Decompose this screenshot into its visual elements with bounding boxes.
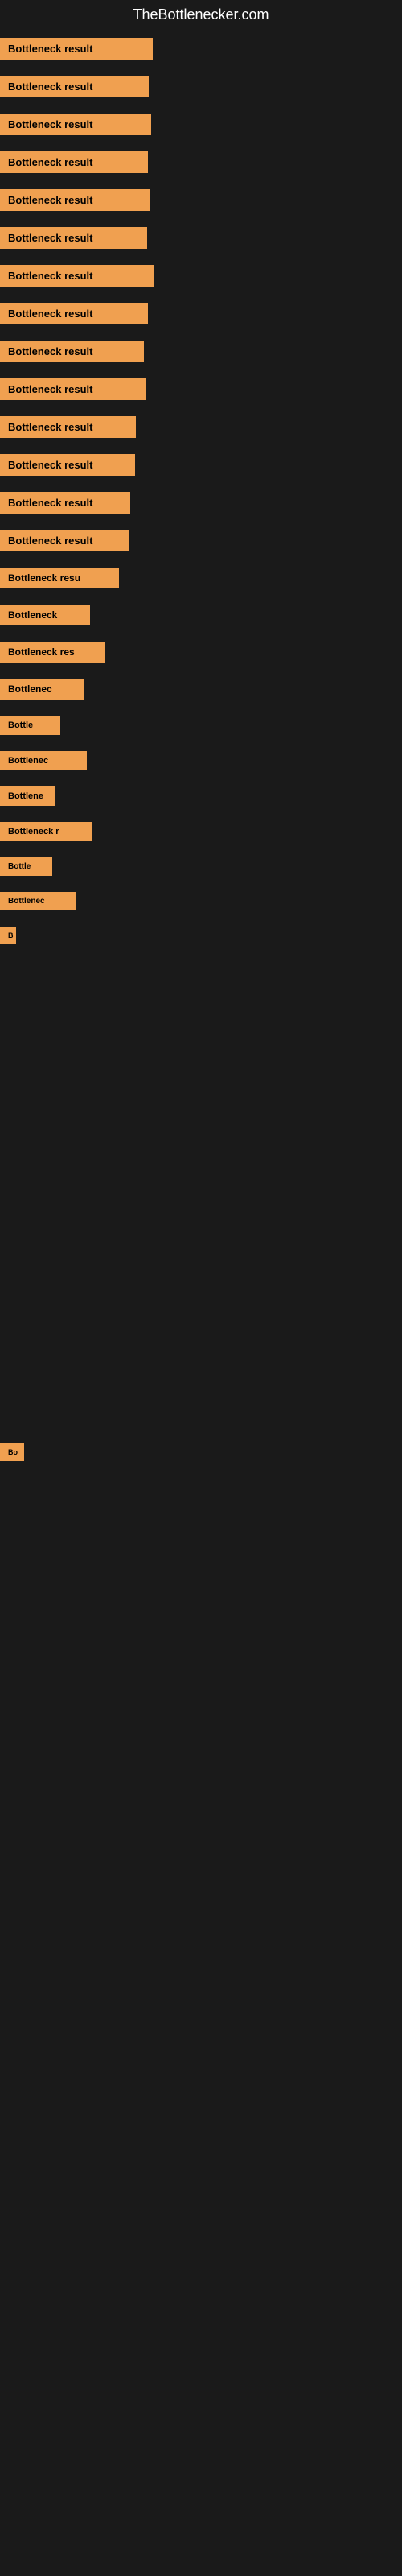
list-item: Bottleneck result	[0, 30, 402, 68]
list-item: Bottleneck result	[0, 370, 402, 408]
page-container: TheBottlenecker.com Bottleneck result Bo…	[0, 0, 402, 1872]
bottleneck-badge: Bottleneck result	[0, 114, 151, 135]
bottleneck-badge: Bottleneck result	[0, 76, 149, 97]
list-item: Bottleneck result	[0, 68, 402, 105]
bottleneck-badge: Bottleneck result	[0, 151, 148, 173]
bottleneck-badge: Bottleneck	[0, 605, 90, 625]
bottleneck-badge: Bottleneck result	[0, 378, 146, 400]
bottleneck-badge: Bottlenec	[0, 751, 87, 770]
list-item-bottom: Bo	[0, 1435, 402, 1469]
bottleneck-badge: Bottle	[0, 716, 60, 735]
bottleneck-badge: Bottleneck result	[0, 530, 129, 551]
list-item: Bottleneck result	[0, 181, 402, 219]
bottleneck-badge: Bottle	[0, 857, 52, 876]
bottleneck-badge: Bottleneck r	[0, 822, 92, 841]
bottleneck-badge: Bottleneck result	[0, 227, 147, 249]
list-item: Bottleneck result	[0, 105, 402, 143]
bottleneck-badge: Bottleneck result	[0, 265, 154, 287]
bottleneck-badge-bottom: Bo	[0, 1443, 24, 1461]
list-item: Bottleneck r	[0, 814, 402, 849]
bottleneck-badge: Bottleneck result	[0, 38, 153, 60]
list-item: Bottlene	[0, 778, 402, 814]
list-item: Bottleneck result	[0, 143, 402, 181]
gap-section	[0, 952, 402, 1129]
list-item: Bottleneck result	[0, 408, 402, 446]
list-item: Bottleneck result	[0, 295, 402, 332]
bottleneck-badge: Bottlenec	[0, 892, 76, 910]
list-item: Bottleneck result	[0, 332, 402, 370]
list-item: Bottleneck resu	[0, 559, 402, 597]
list-item: Bottleneck result	[0, 257, 402, 295]
bottleneck-badge: Bottlene	[0, 786, 55, 806]
list-item: Bottleneck res	[0, 634, 402, 671]
bottleneck-badge: Bottleneck result	[0, 454, 135, 476]
list-item: B	[0, 919, 402, 952]
bottleneck-badge: Bottleneck result	[0, 303, 148, 324]
list-item: Bottleneck result	[0, 219, 402, 257]
list-item: Bottleneck result	[0, 522, 402, 559]
list-item: Bottlenec	[0, 884, 402, 919]
gap-section-3	[0, 1290, 402, 1435]
gap-section-2	[0, 1129, 402, 1290]
list-item: Bottleneck result	[0, 446, 402, 484]
site-title: TheBottlenecker.com	[0, 0, 402, 30]
bottleneck-badge: Bottlenec	[0, 679, 84, 700]
list-item: Bottleneck result	[0, 484, 402, 522]
bottleneck-badge: B	[0, 927, 16, 944]
list-item: Bottle	[0, 849, 402, 884]
bottleneck-badge: Bottleneck result	[0, 189, 150, 211]
list-item: Bottle	[0, 708, 402, 743]
bottleneck-badge: Bottleneck resu	[0, 568, 119, 588]
list-item: Bottlenec	[0, 671, 402, 708]
bottleneck-badge: Bottleneck result	[0, 492, 130, 514]
bottleneck-badge: Bottleneck res	[0, 642, 105, 663]
bottleneck-badge: Bottleneck result	[0, 341, 144, 362]
bottom-spacer	[0, 1469, 402, 1872]
bottleneck-badge: Bottleneck result	[0, 416, 136, 438]
list-item: Bottlenec	[0, 743, 402, 778]
list-item: Bottleneck	[0, 597, 402, 634]
